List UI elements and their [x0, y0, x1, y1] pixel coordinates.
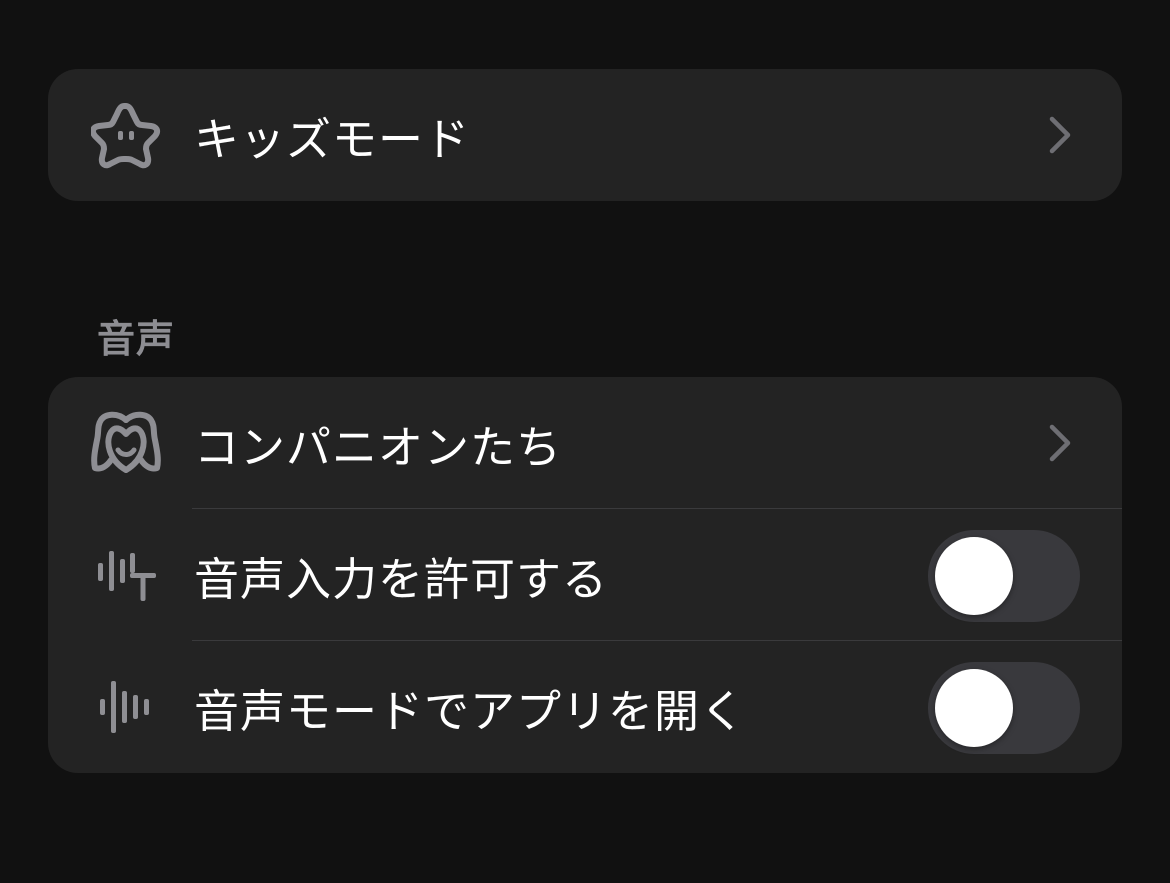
voice-mode-waveform-icon [90, 671, 162, 743]
companion-face-icon [90, 407, 162, 479]
companions-row[interactable]: コンパニオンたち [48, 377, 1122, 509]
open-app-in-voice-mode-toggle[interactable] [928, 662, 1080, 754]
kids-mode-row[interactable]: キッズモード [48, 69, 1122, 201]
voice-section-header: 音声 [97, 317, 176, 361]
open-app-in-voice-mode-row: 音声モードでアプリを開く [48, 641, 1122, 773]
chevron-right-icon [1044, 423, 1074, 463]
chevron-right-icon [1044, 115, 1074, 155]
voice-input-waveform-icon [90, 539, 162, 611]
star-face-icon [90, 99, 162, 171]
kids-mode-label: キッズモード [194, 112, 471, 166]
voice-settings-card: コンパニオンたち 音声入力を許可する 音声モードでアプリを開く [48, 377, 1122, 773]
allow-voice-input-toggle[interactable] [928, 530, 1080, 622]
kids-mode-card: キッズモード [48, 69, 1122, 201]
allow-voice-input-row: 音声入力を許可する [48, 509, 1122, 641]
toggle-knob [935, 669, 1013, 747]
companions-label: コンパニオンたち [194, 420, 563, 474]
allow-voice-input-label: 音声入力を許可する [194, 552, 609, 606]
open-app-in-voice-mode-label: 音声モードでアプリを開く [194, 684, 747, 738]
toggle-knob [935, 537, 1013, 615]
